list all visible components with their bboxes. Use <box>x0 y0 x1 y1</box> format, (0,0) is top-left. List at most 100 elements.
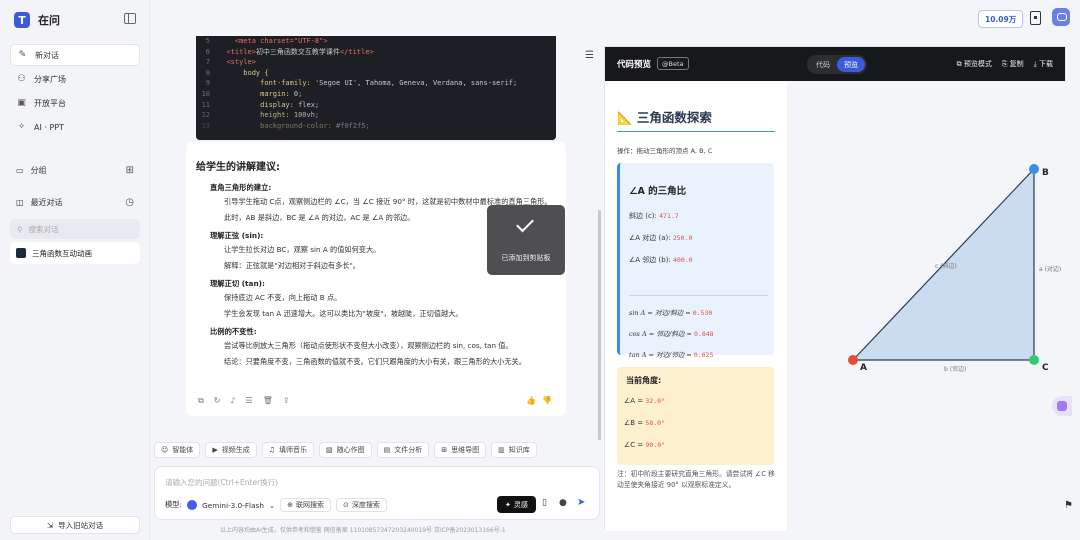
code-block: 5 <meta charset="UTF-8"> 6 <title>初中三角函数交… <box>196 36 556 140</box>
download-label: 下载 <box>1039 60 1053 68</box>
preview-mode-button[interactable]: ⧉ 预览模式 <box>957 59 992 69</box>
preview-tabs: 代码 预览 <box>807 55 867 74</box>
side-a-label: a (对边) <box>1039 265 1061 273</box>
vertex-a-handle[interactable] <box>848 355 858 365</box>
history-item-label: 三角函数互动动画 <box>32 248 92 258</box>
trig-value: 0.530 <box>692 309 713 317</box>
download-button[interactable]: ⤓ 下载 <box>1034 59 1053 69</box>
code-text: margin: 0; <box>218 89 302 100</box>
import-old-chats-button[interactable]: ⇲ 导入旧站对话 <box>10 516 140 534</box>
inspire-button[interactable]: ✦ 灵感 <box>497 496 536 513</box>
message-icon[interactable] <box>1052 8 1070 26</box>
collapse-sidebar-icon[interactable] <box>124 13 136 24</box>
credit-balance[interactable]: 10.09万 <box>978 10 1024 28</box>
tool-label: 文件分析 <box>394 446 423 454</box>
sidebar: T 在问 ✎ 新对话 ⚇ 分享广场 ▣ 开放平台 ✧ AI · PPT ▭ 分组… <box>0 0 150 540</box>
chevron-down-icon[interactable]: ⌄ <box>269 501 275 510</box>
line-number: 9 <box>205 79 210 88</box>
delete-icon[interactable]: 🗑 <box>263 396 273 406</box>
line-number: 7 <box>205 58 210 67</box>
model-select[interactable]: Gemini-3.0-Flash <box>202 501 264 510</box>
logo-icon: T <box>14 12 30 28</box>
code-text: display: flex; <box>218 100 319 111</box>
recent-section[interactable]: ◫ 最近对话 ◷ <box>16 195 134 209</box>
tab-code[interactable]: 代码 <box>809 57 837 72</box>
logo-row[interactable]: T 在问 <box>14 12 60 28</box>
tool-knowledge-button[interactable]: ▥ 知识库 <box>491 442 537 458</box>
adjacent-row: ∠A 邻边 (b): 400.0 <box>629 255 693 265</box>
sidebar-item-new-chat[interactable]: ✎ 新对话 <box>10 44 140 66</box>
share-icon[interactable]: ⇪ <box>283 396 290 406</box>
input-placeholder: 请输入您的问题(Ctrl+Enter换行) <box>165 478 279 487</box>
copy-icon[interactable]: ⧉ <box>198 396 204 406</box>
tool-video-button[interactable]: ▶ 视频生成 <box>205 442 257 458</box>
web-search-toggle[interactable]: ⊕ 联网搜索 <box>280 498 331 512</box>
angles-title: 当前角度: <box>626 376 662 385</box>
group-section[interactable]: ▭ 分组 ⊞ <box>16 163 134 177</box>
hypotenuse-row: 斜边 (c): 471.7 <box>629 211 679 221</box>
add-group-icon[interactable]: ⊞ <box>126 165 134 176</box>
tool-agent-button[interactable]: ☺ 智能体 <box>154 442 201 458</box>
trig-label: cos A = 邻边/斜边 = <box>629 330 692 338</box>
web-search-label: 联网搜索 <box>296 501 324 509</box>
code-line: 11 display: flex; <box>196 100 556 111</box>
sidebar-item-open-platform[interactable]: ▣ 开放平台 <box>10 92 140 114</box>
check-icon <box>516 214 534 233</box>
mindmap-icon: ⊞ <box>441 446 448 454</box>
triangle-svg: c (斜边) a (对边) b (邻边) A B C <box>848 164 1061 373</box>
vertex-c-handle[interactable] <box>1029 355 1039 365</box>
send-icon[interactable]: ➤ <box>577 497 585 508</box>
search-input[interactable]: ⚲ 搜索对话 <box>10 219 140 239</box>
sidebar-item-ai-ppt[interactable]: ✧ AI · PPT <box>10 116 140 138</box>
share-icon: ⚇ <box>17 74 26 84</box>
list-icon[interactable]: ☰ <box>246 396 253 406</box>
ratio-card-title: ∠A 的三角比 <box>629 186 687 197</box>
model-label: 模型: <box>165 500 183 509</box>
group-label: 分组 <box>30 165 47 175</box>
code-text: font-family: 'Segoe UI', Tahoma, Geneva,… <box>218 78 517 89</box>
code-text: <style> <box>218 57 256 68</box>
tool-music-button[interactable]: ♫ 填师音乐 <box>261 442 314 458</box>
tool-image-button[interactable]: ▨ 随心作图 <box>318 442 372 458</box>
triangle-canvas[interactable]: c (斜边) a (对边) b (邻边) A B C <box>787 81 1067 531</box>
angle-label: ∠C = <box>624 441 644 449</box>
topic-paragraph: 结论：只要角度不变，三角函数的值就不变。它们只跟角度的大小有关，跟三角形的大小无… <box>224 357 526 366</box>
deep-search-toggle[interactable]: ⊙ 深度搜索 <box>336 498 387 512</box>
speaker-icon[interactable]: ♪ <box>230 396 235 406</box>
clock-icon[interactable]: ◷ <box>125 197 134 208</box>
code-line: 8 body { <box>196 68 556 79</box>
sidebar-item-share-square[interactable]: ⚇ 分享广场 <box>10 68 140 90</box>
feedback-icon[interactable]: ⚑ <box>1064 500 1073 511</box>
tool-mindmap-button[interactable]: ⊞ 思维导图 <box>434 442 487 458</box>
tool-label: 随心作图 <box>336 446 365 454</box>
code-token: 初中三角函数交互教学课件 <box>255 47 340 56</box>
attach-file-icon[interactable]: ▯ <box>542 498 547 508</box>
chat-input[interactable]: 请输入您的问题(Ctrl+Enter换行) 模型: Gemini-3.0-Fla… <box>154 466 600 520</box>
panel-menu-icon[interactable]: ☰ <box>585 50 594 61</box>
microphone-icon[interactable]: ● <box>559 498 567 508</box>
code-token: body { <box>218 68 269 77</box>
floating-assistant-icon[interactable] <box>1052 396 1072 416</box>
tool-file-button[interactable]: ▤ 文件分析 <box>376 442 430 458</box>
preview-actions: ⧉ 预览模式 ⎘ 复制 ⤓ 下载 <box>957 59 1053 69</box>
vertex-b-handle[interactable] <box>1029 164 1039 174</box>
ratio-card: ∠A 的三角比 斜边 (c): 471.7 ∠A 对边 (a): 250.0 ∠… <box>617 163 774 359</box>
angle-value: 32.0° <box>645 397 665 405</box>
thumbs-up-icon[interactable]: 👍 <box>526 396 536 405</box>
triangle-ruler-icon: 📐 <box>617 110 637 125</box>
preview-title: 代码预览 <box>617 60 652 70</box>
tool-label: 智能体 <box>172 446 194 454</box>
copy-button[interactable]: ⎘ 复制 <box>1002 59 1024 69</box>
topic-title: 理解正切 (tan): <box>210 279 265 288</box>
music-icon: ♫ <box>268 446 275 454</box>
document-icon[interactable] <box>1030 11 1041 25</box>
history-item[interactable]: 三角函数互动动画 <box>10 242 140 264</box>
refresh-icon[interactable]: ↻ <box>214 396 221 406</box>
footer-disclaimer: 以上内容均由AI生成，仅供参考和借鉴 网信备案 1101085734720324… <box>220 527 506 534</box>
copy-label: 复制 <box>1009 60 1024 68</box>
thumbs-down-icon[interactable]: 👎 <box>542 396 552 405</box>
chat-scrollbar[interactable] <box>598 210 601 440</box>
line-number: 10 <box>201 89 210 98</box>
tab-preview[interactable]: 预览 <box>837 57 865 72</box>
tool-label: 填师音乐 <box>278 446 307 454</box>
